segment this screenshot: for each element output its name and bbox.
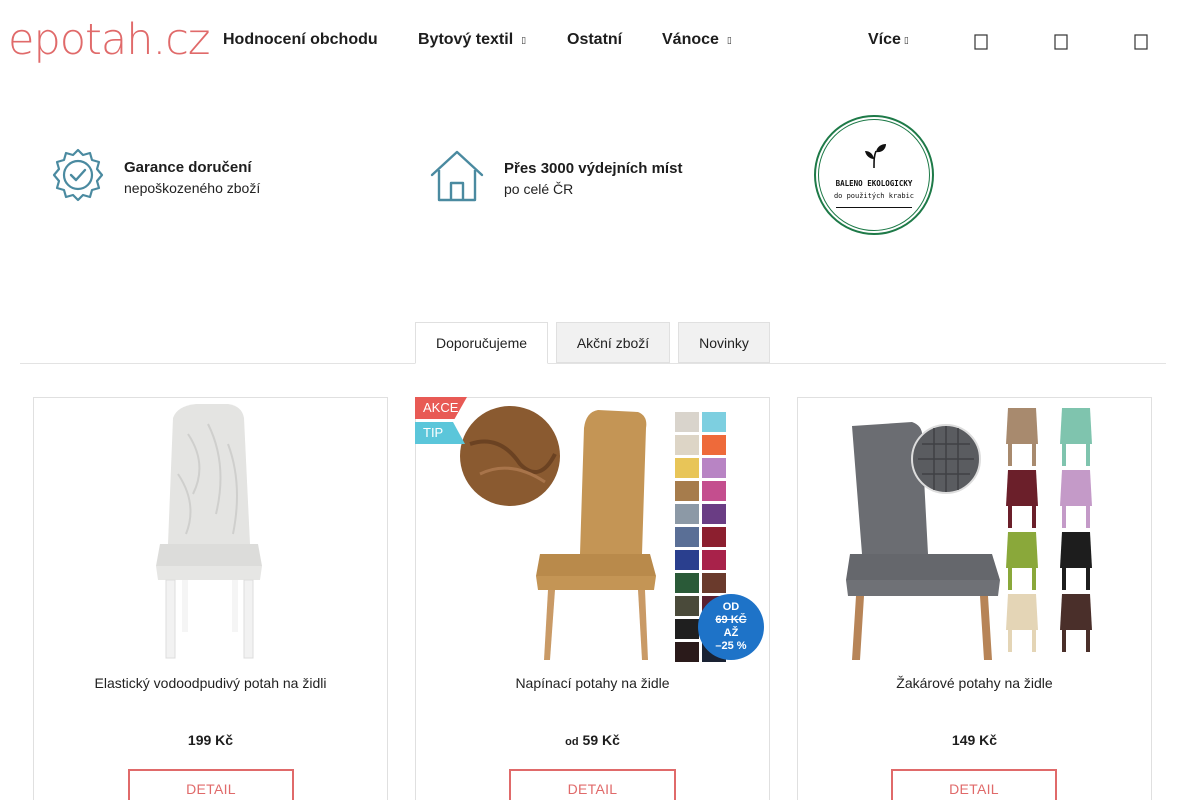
nav-item-vanoce[interactable]: Vánoce ▯ — [662, 28, 732, 52]
product-image[interactable] — [78, 404, 344, 662]
product-name[interactable]: Elastický vodoodpudivý potah na židli — [34, 675, 387, 691]
benefit-text: Přes 3000 výdejních míst po celé ČR — [504, 159, 682, 199]
product-name[interactable]: Žakárové potahy na židle — [798, 675, 1151, 691]
chevron-down-icon: ▯ — [521, 35, 527, 45]
detail-button[interactable]: DETAIL — [891, 769, 1057, 800]
detail-button[interactable]: DETAIL — [128, 769, 294, 800]
nav-item-label: Ostatní — [567, 31, 623, 48]
nav-item-label: Více — [868, 31, 901, 49]
product-image[interactable] — [460, 404, 726, 662]
leaf-icon — [860, 142, 888, 175]
discount-badge: OD 69 KČ AŽ –25 % — [698, 594, 764, 660]
benefit-delivery: Garance doručení nepoškozeného zboží — [50, 147, 260, 208]
tab-doporucujeme[interactable]: Doporučujeme — [415, 322, 548, 364]
cart-icon[interactable] — [1129, 30, 1153, 54]
eco-badge-title: BALENO EKOLOGICKY — [835, 179, 913, 188]
divider — [836, 207, 912, 208]
benefit-pickup: Přes 3000 výdejních míst po celé ČR — [428, 147, 682, 210]
benefit-title: Přes 3000 výdejních míst — [504, 159, 683, 177]
search-icon[interactable] — [969, 30, 993, 54]
benefit-text: Garance doručení nepoškozeného zboží — [124, 158, 260, 198]
eco-packaging-badge: BALENO EKOLOGICKY do použitých krabic — [814, 115, 934, 235]
benefit-title: Garance doručení — [124, 158, 252, 176]
nav-item-label: Bytový textil — [418, 31, 514, 49]
nav-item-label: Vánoce — [662, 31, 719, 49]
chevron-down-icon: ▯ — [726, 35, 732, 45]
logo[interactable]: epotah.cz — [8, 12, 210, 68]
eco-badge-subtitle: do použitých krabic — [833, 192, 915, 200]
tab-novinky[interactable]: Novinky — [678, 322, 770, 363]
chevron-down-icon: ▯ — [903, 35, 909, 45]
tabs-divider — [20, 363, 1166, 364]
nav-item-hodnoceni[interactable]: Hodnocení obchodu — [223, 28, 378, 52]
nav-item-label: Hodnocení obchodu — [223, 31, 378, 48]
home-icon — [428, 147, 486, 210]
product-card: Elastický vodoodpudivý potah na židli 19… — [33, 397, 388, 800]
tab-akcni-zbozi[interactable]: Akční zboží — [556, 322, 670, 363]
badge-check-icon — [50, 147, 106, 208]
nav-item-bytovy-textil[interactable]: Bytový textil ▯ — [418, 28, 526, 52]
nav-item-ostatni[interactable]: Ostatní — [567, 28, 622, 52]
detail-button[interactable]: DETAIL — [509, 769, 676, 800]
benefit-subtitle: po celé ČR — [504, 180, 574, 197]
product-card: Žakárové potahy na židle 149 Kč DETAIL — [797, 397, 1152, 800]
product-price: 149 Kč — [951, 732, 998, 748]
product-image[interactable] — [842, 404, 1108, 662]
product-name[interactable]: Napínací potahy na židle — [416, 675, 769, 691]
product-price: 199 Kč — [187, 732, 234, 748]
product-price: od 59 Kč — [565, 732, 620, 748]
site-header: epotah.cz Hodnocení obchodu Bytový texti… — [0, 0, 1200, 80]
benefit-subtitle: nepoškozeného zboží — [124, 179, 261, 196]
user-icon[interactable] — [1049, 30, 1073, 54]
nav-item-vice[interactable]: Více ▯ — [868, 28, 909, 52]
